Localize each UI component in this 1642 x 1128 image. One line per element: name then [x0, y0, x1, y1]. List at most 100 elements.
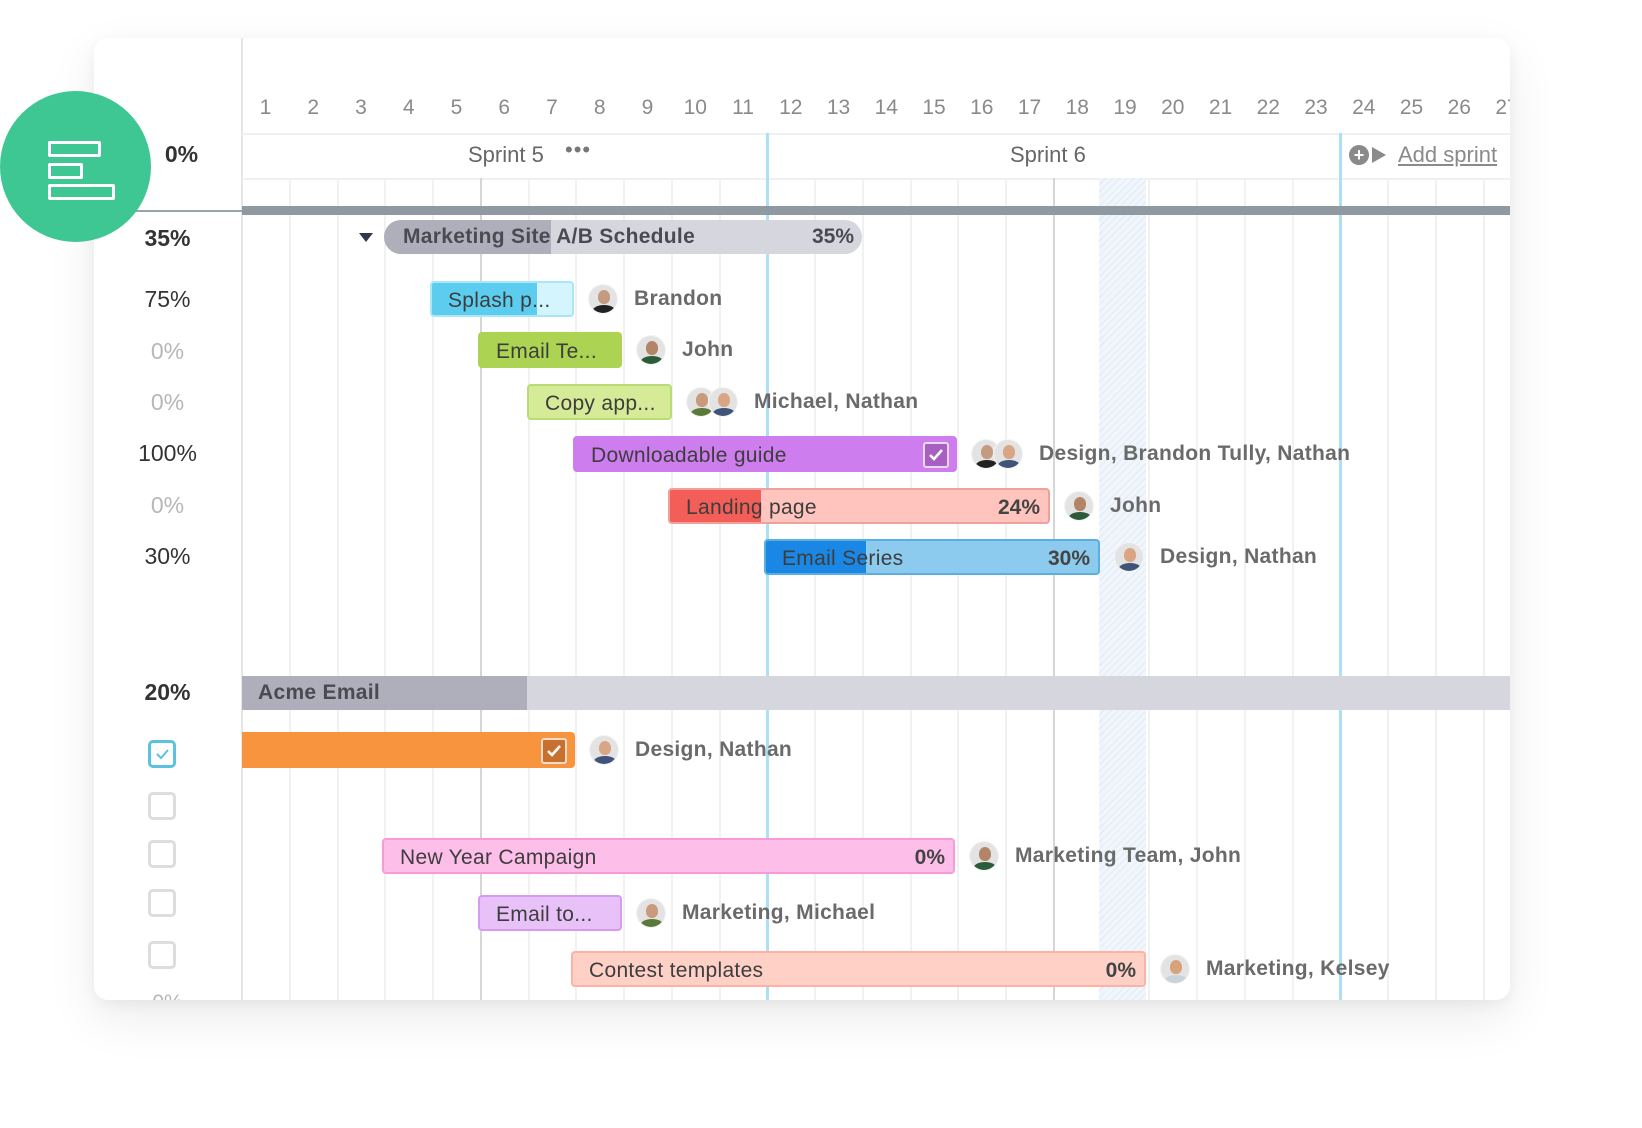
timeline-top-bar: [242, 206, 1510, 215]
task-label: Contest templates: [589, 959, 764, 982]
task-checkbox[interactable]: [148, 889, 176, 917]
day-grid-line: [909, 178, 912, 1000]
task-percentage: 0%: [1105, 959, 1136, 982]
assignee-names: Marketing, Kelsey: [1206, 957, 1390, 980]
task-checkbox[interactable]: [148, 840, 176, 868]
day-number: 1: [259, 96, 272, 119]
assignee-group[interactable]: Brandon: [588, 281, 722, 317]
task-bar[interactable]: [242, 732, 575, 768]
day-number: 9: [641, 96, 654, 119]
task-bar[interactable]: Landing page 24%: [668, 488, 1050, 524]
avatar-john[interactable]: [969, 841, 999, 871]
task-checkbox[interactable]: [148, 941, 176, 969]
avatar-nathan[interactable]: [589, 735, 619, 765]
gantt-bar-shape: [48, 184, 115, 200]
task-checkbox-checked[interactable]: [148, 740, 176, 768]
group-percentage-acme: 20%: [144, 679, 191, 705]
assignee-group[interactable]: John: [1064, 488, 1161, 524]
task-bar[interactable]: Email to...: [478, 895, 622, 931]
assignee-names: Design, Nathan: [635, 738, 793, 761]
check-icon: [547, 745, 561, 757]
avatar-nathan[interactable]: [1114, 542, 1144, 572]
day-number: 12: [779, 96, 803, 119]
assignee-names: John: [1110, 494, 1162, 517]
group-label: Marketing Site A/B Schedule: [403, 225, 696, 248]
sprint-menu-icon[interactable]: •••: [565, 137, 591, 163]
assignee-names: Design, Nathan: [1160, 545, 1318, 568]
assignee-group[interactable]: Design, Brandon Tully, Nathan: [971, 436, 1350, 472]
check-icon: [156, 749, 169, 760]
day-number: 16: [970, 96, 994, 119]
day-number: 15: [922, 96, 946, 119]
gantt-bar-shape: [48, 141, 101, 157]
play-arrow-icon: [1372, 147, 1386, 163]
day-grid-line: [575, 178, 578, 1000]
day-number: 25: [1399, 96, 1424, 119]
task-complete-checkbox[interactable]: [541, 738, 567, 764]
day-number: 8: [593, 96, 606, 119]
assignee-group[interactable]: Design, Nathan: [1114, 539, 1317, 575]
avatar-michael[interactable]: [636, 898, 666, 928]
assignee-group[interactable]: Marketing, Kelsey: [1160, 951, 1390, 987]
day-number: 21: [1208, 96, 1233, 119]
day-number: 10: [683, 96, 707, 119]
gantt-bar-shape: [48, 163, 83, 179]
task-percentage: 100%: [138, 440, 197, 466]
sprint-boundary-line: [1339, 133, 1343, 1000]
task-percentage: 75%: [144, 286, 191, 312]
assignee-group[interactable]: John: [636, 332, 733, 368]
add-sprint-button[interactable]: + Add sprint: [1349, 142, 1497, 168]
day-grid-line: [1196, 178, 1198, 1000]
assignee-group[interactable]: Marketing Team, John: [969, 838, 1241, 874]
task-bar[interactable]: Splash p...: [430, 281, 574, 317]
task-label: Email Series: [782, 547, 904, 570]
day-number: 20: [1161, 96, 1185, 119]
assignee-names: Marketing, Michael: [682, 901, 876, 924]
day-number: 24: [1352, 96, 1376, 119]
task-percentage: 0%: [914, 846, 945, 869]
avatar-nathan[interactable]: [708, 387, 738, 417]
task-complete-checkbox[interactable]: [923, 442, 949, 468]
non-working-day-hatch: [1099, 178, 1146, 1000]
avatar-brandon[interactable]: [588, 284, 618, 314]
group-bar-marketing[interactable]: Marketing Site A/B Schedule 35%: [384, 220, 862, 254]
task-bar[interactable]: Contest templates 0%: [571, 951, 1146, 987]
avatar-nathan[interactable]: [993, 439, 1023, 469]
day-grid-line: [384, 178, 387, 1000]
day-grid-line: [957, 178, 960, 1000]
day-grid-line: [1434, 178, 1437, 1000]
task-label: Splash p...: [448, 289, 551, 312]
task-bar[interactable]: Email Te...: [478, 332, 622, 368]
assignee-group[interactable]: Marketing, Michael: [636, 895, 875, 931]
day-number: 19: [1113, 96, 1137, 119]
task-checkbox[interactable]: [148, 792, 176, 820]
task-percentage: 0%: [150, 338, 185, 364]
collapse-caret-icon[interactable]: [359, 233, 373, 242]
task-bar[interactable]: Copy app...: [527, 384, 672, 420]
task-bar[interactable]: Downloadable guide: [573, 436, 957, 472]
avatar-john[interactable]: [636, 335, 666, 365]
day-grid-line: [1387, 178, 1389, 1000]
sprint-row: Sprint 5 ••• Sprint 6 + Add sprint: [242, 133, 1510, 180]
day-grid-line: [1243, 178, 1246, 1000]
assignee-names: Michael, Nathan: [754, 390, 919, 413]
sprint-label[interactable]: Sprint 6: [1010, 142, 1086, 168]
task-progress-fill: [244, 734, 573, 766]
group-bar-acme[interactable]: Acme Email: [242, 676, 1510, 710]
sprint-label[interactable]: Sprint 5: [468, 142, 544, 168]
task-bar[interactable]: New Year Campaign 0%: [382, 838, 955, 874]
group-percentage: 35%: [811, 225, 854, 248]
avatar-john[interactable]: [1064, 491, 1094, 521]
task-label: Email to...: [496, 903, 593, 926]
day-grid-line: [1148, 178, 1151, 1000]
day-number: 26: [1447, 96, 1471, 119]
day-grid-line: [814, 178, 816, 1000]
task-percentage-cut: 0%: [94, 988, 241, 1000]
add-sprint-link[interactable]: Add sprint: [1398, 142, 1497, 168]
day-number: 14: [874, 96, 898, 119]
assignee-group[interactable]: Michael, Nathan: [686, 384, 918, 420]
gantt-chart-icon: [0, 91, 151, 242]
assignee-group[interactable]: Design, Nathan: [589, 732, 792, 768]
task-bar[interactable]: Email Series 30%: [764, 539, 1100, 575]
avatar-kelsey[interactable]: [1160, 954, 1190, 984]
